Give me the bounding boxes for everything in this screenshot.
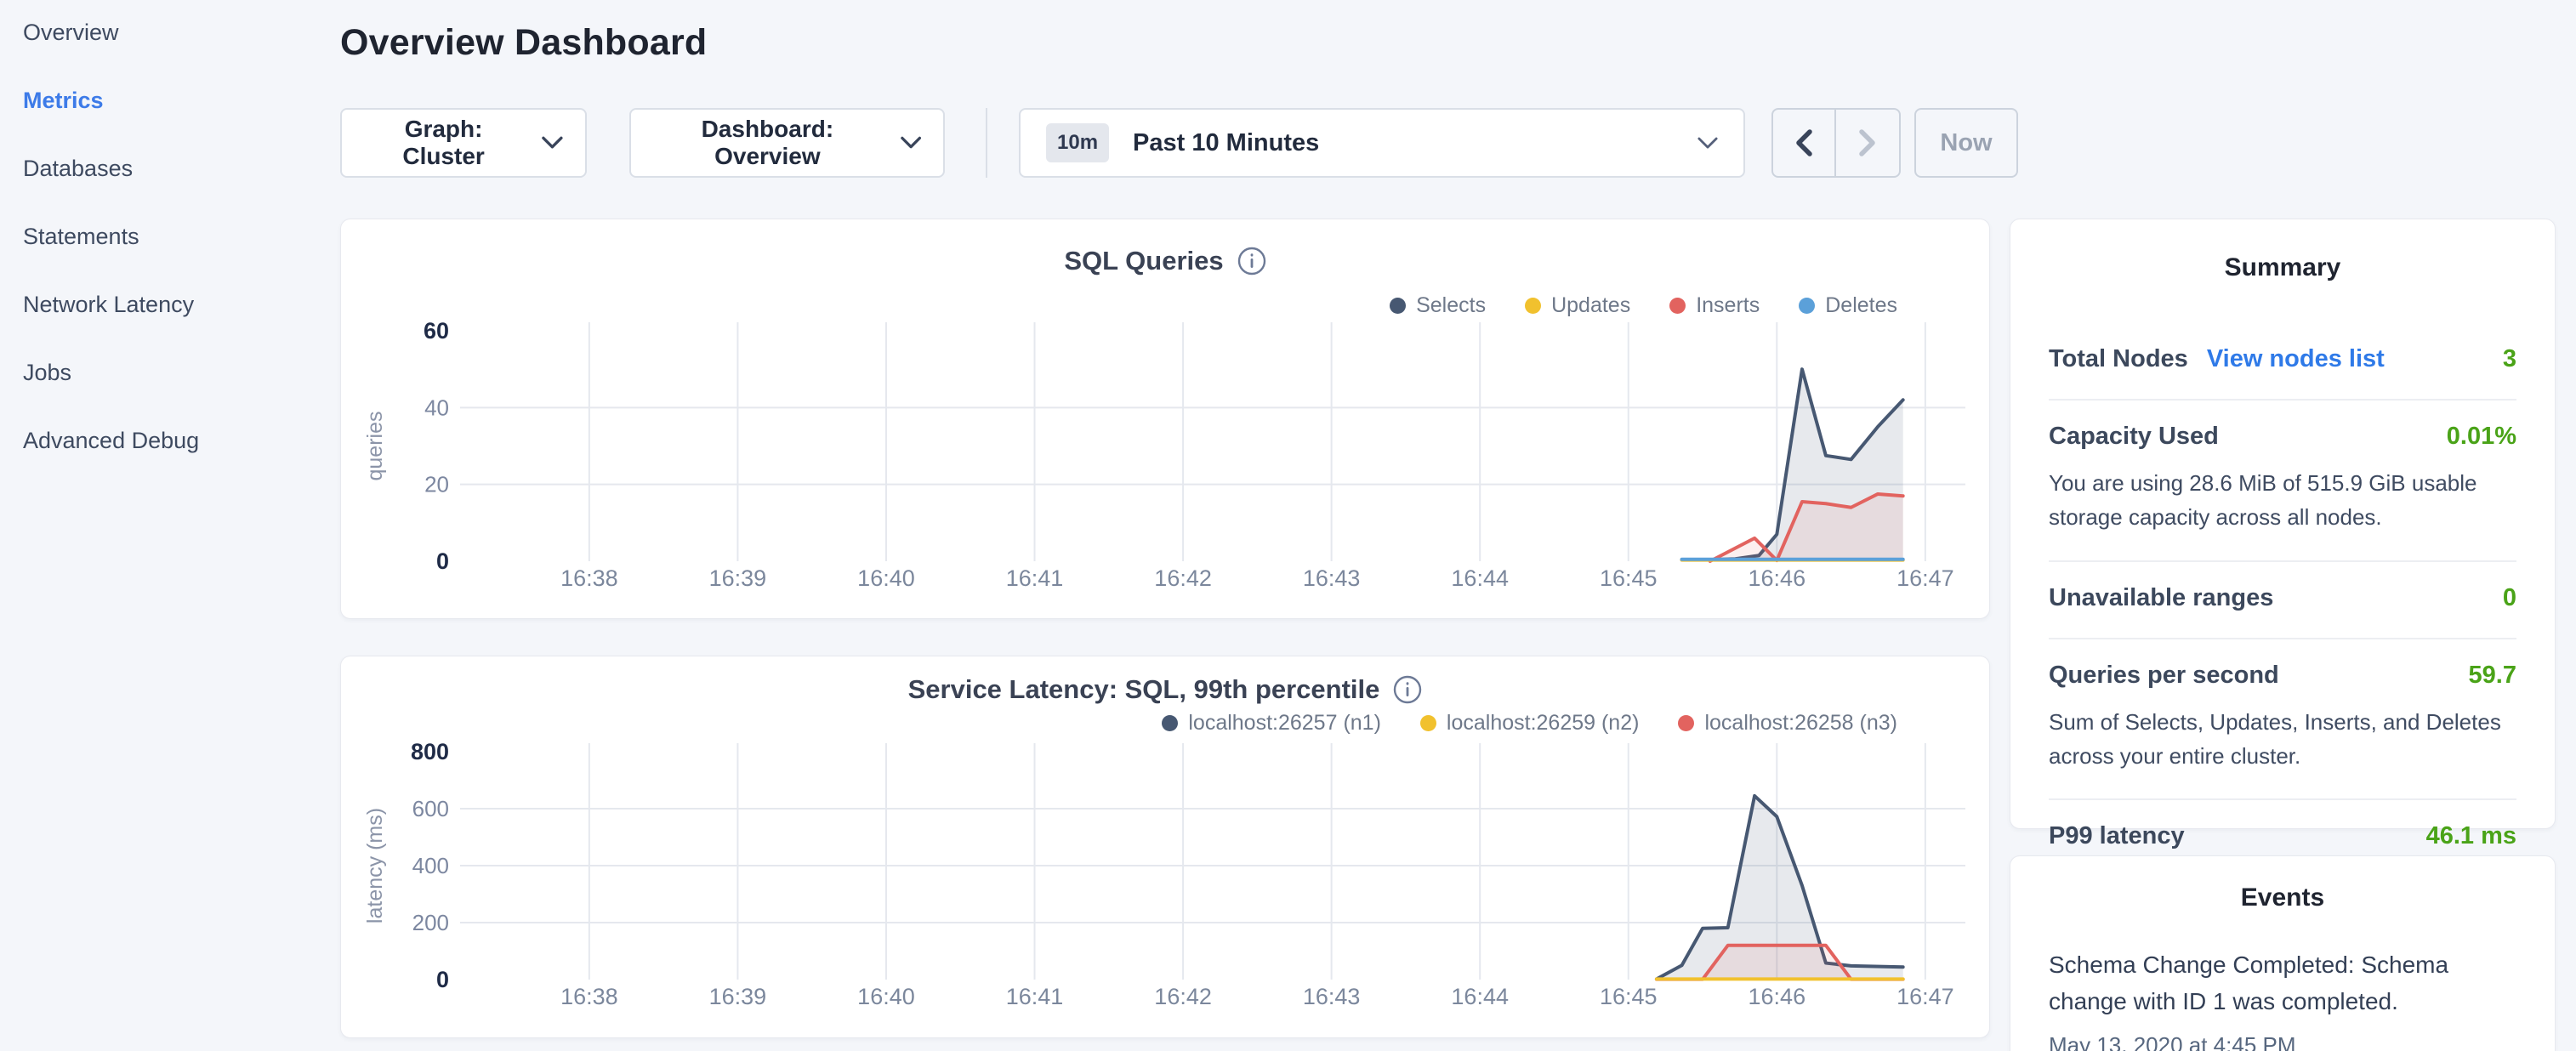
events-list: Schema Change Completed: Schema change w… [2049,946,2516,1051]
time-window-label: Past 10 Minutes [1133,129,1319,157]
summary-row-value: 59.7 [2469,662,2516,690]
sql-queries-chart-card: SQL Queries SelectsUpdatesInsertsDeletes… [340,219,1990,619]
time-pager [1771,108,1901,178]
svg-text:16:40: 16:40 [857,565,915,591]
svg-text:16:44: 16:44 [1451,565,1509,591]
svg-text:16:43: 16:43 [1303,984,1361,1009]
service-latency-chart-card: Service Latency: SQL, 99th percentile lo… [340,656,1990,1038]
chevron-right-icon [1859,129,1876,156]
svg-text:0: 0 [436,548,449,574]
sidebar-item-advanced-debug[interactable]: Advanced Debug [23,423,336,491]
sql-queries-chart-canvas[interactable]: 0 20 40 60 16:38 16:39 16:40 16:41 16:42 16:43 16:… [341,219,1991,620]
time-window-badge: 10m [1046,123,1109,162]
summary-row-value: 0.01% [2447,423,2516,451]
svg-text:16:42: 16:42 [1154,984,1212,1009]
now-button[interactable]: Now [1914,108,2018,178]
summary-row-value: 0 [2503,584,2516,612]
summary-title: Summary [2049,253,2516,282]
summary-row-queries-per-second: Queries per second 59.7 Sum of Selects, Up… [2049,639,2516,801]
summary-row-label: Total Nodes [2049,345,2188,373]
svg-text:16:42: 16:42 [1154,565,1212,591]
summary-row-label: Unavailable ranges [2049,584,2273,612]
svg-text:600: 600 [412,796,449,821]
svg-text:16:39: 16:39 [709,565,767,591]
svg-text:20: 20 [424,472,449,497]
svg-text:16:39: 16:39 [709,984,767,1009]
events-title: Events [2049,883,2516,912]
summary-panel: Summary Total Nodes View nodes list 3 Capac… [2010,219,2556,829]
app-root: OverviewMetricsDatabasesStatementsNetwor… [0,0,2576,1051]
prev-time-button[interactable] [1773,110,1836,176]
graph-dropdown-label: Graph: Cluster [364,116,523,170]
svg-text:queries: queries [363,412,387,481]
chevron-down-icon [901,136,921,150]
page-title: Overview Dashboard [340,22,707,64]
summary-rows: Total Nodes View nodes list 3 Capacity Used… [2049,323,2516,876]
svg-text:0: 0 [436,967,449,992]
events-panel: Events Schema Change Completed: Schema c… [2010,855,2556,1051]
svg-text:60: 60 [424,318,449,344]
view-nodes-list-link[interactable]: View nodes list [2207,345,2385,373]
svg-text:16:46: 16:46 [1749,565,1806,591]
svg-text:16:38: 16:38 [560,984,618,1009]
summary-row-label: Capacity Used [2049,423,2219,451]
svg-text:16:45: 16:45 [1600,984,1658,1009]
svg-text:800: 800 [411,739,449,764]
service-latency-chart-canvas[interactable]: 0 200 400 600 800 16:38 16:39 16:40 16:41 16:42 16… [341,656,1991,1039]
controls-divider [986,108,987,178]
chevron-down-icon [1697,137,1718,150]
sidebar-nav: OverviewMetricsDatabasesStatementsNetwor… [0,0,336,1051]
sidebar-item-jobs[interactable]: Jobs [23,355,336,423]
summary-row-capacity-used: Capacity Used 0.01% You are using 28.6 MiB… [2049,401,2516,562]
graph-dropdown[interactable]: Graph: Cluster [340,108,587,178]
summary-row-label: P99 latency [2049,822,2185,850]
svg-text:16:38: 16:38 [560,565,618,591]
chevron-down-icon [542,136,563,150]
svg-text:16:45: 16:45 [1600,565,1658,591]
summary-row-description: You are using 28.6 MiB of 515.9 GiB usab… [2049,466,2516,535]
sidebar-item-databases[interactable]: Databases [23,151,336,219]
sidebar-item-network-latency[interactable]: Network Latency [23,287,336,355]
dashboard-dropdown-label: Dashboard: Overview [653,116,882,170]
svg-text:16:41: 16:41 [1006,565,1064,591]
event-timestamp: May 13, 2020 at 4:45 PM [2049,1032,2516,1051]
svg-text:16:40: 16:40 [857,984,915,1009]
svg-text:400: 400 [412,853,449,878]
svg-text:16:47: 16:47 [1896,565,1954,591]
sidebar-item-metrics[interactable]: Metrics [23,83,336,151]
summary-row-total-nodes: Total Nodes View nodes list 3 [2049,323,2516,401]
summary-row-description: Sum of Selects, Updates, Inserts, and De… [2049,705,2516,774]
svg-text:latency (ms): latency (ms) [363,808,387,923]
summary-row-value: 46.1 ms [2426,822,2516,850]
sidebar-item-statements[interactable]: Statements [23,219,336,287]
svg-text:16:43: 16:43 [1303,565,1361,591]
event-item[interactable]: Schema Change Completed: Schema change w… [2049,946,2516,1051]
svg-text:16:46: 16:46 [1749,984,1806,1009]
svg-text:200: 200 [412,910,449,935]
sidebar-item-overview[interactable]: Overview [23,15,336,83]
time-window-dropdown[interactable]: 10m Past 10 Minutes [1019,108,1745,178]
svg-text:40: 40 [424,395,449,420]
summary-row-value: 3 [2503,345,2516,373]
event-text: Schema Change Completed: Schema change w… [2049,946,2516,1020]
svg-text:16:44: 16:44 [1451,984,1509,1009]
summary-row-unavailable-ranges: Unavailable ranges 0 [2049,562,2516,639]
svg-text:16:41: 16:41 [1006,984,1064,1009]
chevron-left-icon [1795,129,1812,156]
summary-row-label: Queries per second [2049,662,2279,690]
next-time-button[interactable] [1836,110,1899,176]
dashboard-dropdown[interactable]: Dashboard: Overview [629,108,945,178]
svg-text:16:47: 16:47 [1896,984,1954,1009]
